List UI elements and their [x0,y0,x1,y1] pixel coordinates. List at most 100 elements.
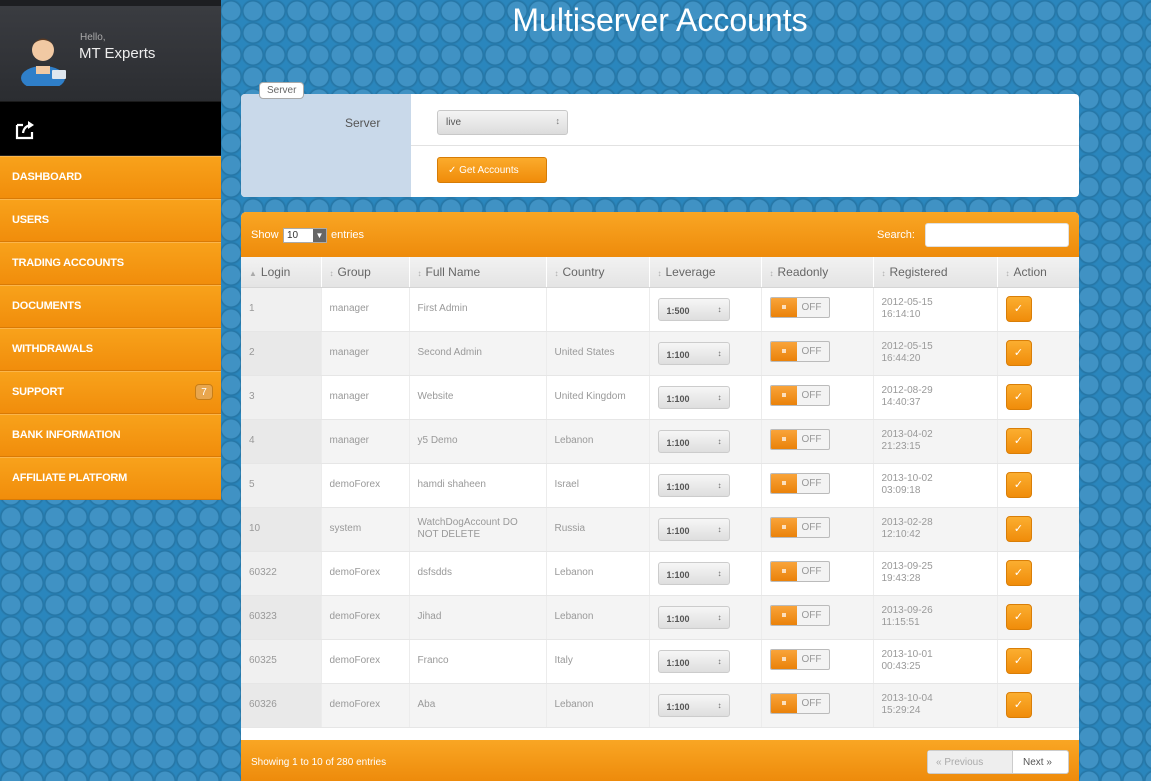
updown-arrow-icon: ↕ [717,568,722,578]
sidebar: Hello, MT Experts Dashboard Users Tradin… [0,0,221,500]
leverage-select[interactable]: 1:100 ↕ [657,561,730,585]
readonly-toggle[interactable]: OFF [769,648,830,670]
cell-login: 60323 [241,595,322,640]
menu-item-trading-accounts[interactable]: Trading Accounts [0,242,221,285]
table-row: 1 manager First Admin 1:500 ↕ OFF 2012-05-15 16… [241,287,1079,332]
readonly-toggle[interactable]: OFF [769,472,830,494]
registered-time: 11:15:51 [881,617,920,628]
leverage-select[interactable]: 1:100 ↕ [657,385,730,409]
menu-item-label: Support [12,386,64,398]
column-header-country[interactable]: ↕ Country [546,257,650,288]
cell-login: 4 [241,419,322,464]
toggle-handle [770,385,797,405]
toggle-state-label: OFF [801,609,822,621]
cell-login: 2 [241,331,322,376]
leverage-select[interactable]: 1:500 ↕ [657,297,730,321]
menu-item-users[interactable]: Users [0,199,221,242]
registered-date: 2013-09-26 [881,605,933,616]
cell-action: ✓ [997,595,1079,640]
leverage-select[interactable]: 1:100 ↕ [657,649,730,673]
server-select[interactable]: live ↕ [437,110,568,135]
page-length-select[interactable]: 10 ▼ [283,228,327,243]
toggle-state-label: OFF [801,565,822,577]
registered-time: 16:14:10 [881,309,921,320]
cell-full-name: y5 Demo [409,419,547,464]
leverage-select[interactable]: 1:100 ↕ [657,605,730,629]
get-accounts-button[interactable]: ✓ Get Accounts [437,157,547,183]
leverage-select[interactable]: 1:100 ↕ [657,473,730,497]
cell-readonly: OFF [761,683,874,728]
updown-arrow-icon: ↕ [717,612,722,622]
edit-account-button[interactable]: ✓ [1005,604,1032,630]
search-label: Search: [877,229,915,241]
readonly-toggle[interactable]: OFF [769,296,830,318]
readonly-toggle[interactable]: OFF [769,384,830,406]
leverage-select[interactable]: 1:100 ↕ [657,429,730,453]
edit-account-button[interactable]: ✓ [1005,340,1032,366]
cell-full-name: Website [409,375,547,420]
previous-page-button[interactable]: « Previous [928,751,1012,773]
menu-item-withdrawals[interactable]: Withdrawals [0,328,221,371]
edit-account-button[interactable]: ✓ [1005,472,1032,498]
edit-account-button[interactable]: ✓ [1005,516,1032,542]
column-header-label: Registered [889,264,948,279]
column-header-group[interactable]: ↕ Group [321,257,410,288]
menu-item-affiliate-platform[interactable]: Affiliate Platform [0,457,221,500]
registered-date: 2012-08-29 [881,385,933,396]
readonly-toggle[interactable]: OFF [769,604,830,626]
toggle-state-label: OFF [801,433,822,445]
column-header-action[interactable]: ↕ Action [997,257,1079,288]
cell-registered: 2013-04-02 21:23:15 [873,419,998,464]
cell-readonly: OFF [761,287,874,332]
cell-readonly: OFF [761,375,874,420]
check-icon: ✓ [1013,699,1024,711]
cell-login: 60322 [241,551,322,596]
edit-account-button[interactable]: ✓ [1005,296,1032,322]
cell-registered: 2012-08-29 14:40:37 [873,375,998,420]
column-header-login[interactable]: ▲ Login [241,257,322,288]
updown-arrow-icon: ↕ [717,480,722,490]
column-header-label: Group [337,264,371,279]
updown-arrow-icon: ↕ [555,116,561,126]
column-header-registered[interactable]: ↕ Registered [873,257,998,288]
cell-leverage: 1:100 ↕ [649,683,762,728]
readonly-toggle[interactable]: OFF [769,340,830,362]
leverage-select[interactable]: 1:100 ↕ [657,341,730,365]
cell-country: Italy [546,639,650,684]
registered-date: 2013-09-25 [881,561,933,572]
cell-login: 10 [241,507,322,552]
column-header-full-name[interactable]: ↕ Full Name [409,257,547,288]
readonly-toggle[interactable]: OFF [769,516,830,538]
menu-item-label: Dashboard [12,171,82,183]
toggle-handle [770,429,797,449]
readonly-toggle[interactable]: OFF [769,560,830,582]
cell-leverage: 1:100 ↕ [649,551,762,596]
edit-account-button[interactable]: ✓ [1005,428,1032,454]
readonly-toggle[interactable]: OFF [769,692,830,714]
cell-country: Lebanon [546,419,650,464]
toggle-handle [770,297,797,317]
edit-account-button[interactable]: ✓ [1005,692,1032,718]
column-header-readonly[interactable]: ↕ Readonly [761,257,874,288]
column-header-leverage[interactable]: ↕ Leverage [649,257,762,288]
column-header-label: Country [562,264,605,279]
search-input[interactable] [925,223,1069,247]
edit-account-button[interactable]: ✓ [1005,560,1032,586]
cell-full-name: hamdi shaheen [409,463,547,508]
readonly-toggle[interactable]: OFF [769,428,830,450]
edit-account-button[interactable]: ✓ [1005,384,1032,410]
edit-account-button[interactable]: ✓ [1005,648,1032,674]
menu-item-support[interactable]: Support 7 [0,371,221,414]
cell-login: 1 [241,287,322,332]
menu-item-documents[interactable]: Documents [0,285,221,328]
menu-item-bank-information[interactable]: Bank Information [0,414,221,457]
logout-icon[interactable] [14,119,38,141]
next-page-button[interactable]: Next » [1012,751,1068,773]
table-row: 3 manager Website United Kingdom 1:100 ↕ OFF 20… [241,375,1079,420]
column-header-label: Action [1013,264,1047,279]
cell-group: demoForex [321,639,410,684]
cell-registered: 2012-05-15 16:44:20 [873,331,998,376]
leverage-select[interactable]: 1:100 ↕ [657,517,730,541]
menu-item-dashboard[interactable]: Dashboard [0,156,221,199]
leverage-select[interactable]: 1:100 ↕ [657,693,730,717]
